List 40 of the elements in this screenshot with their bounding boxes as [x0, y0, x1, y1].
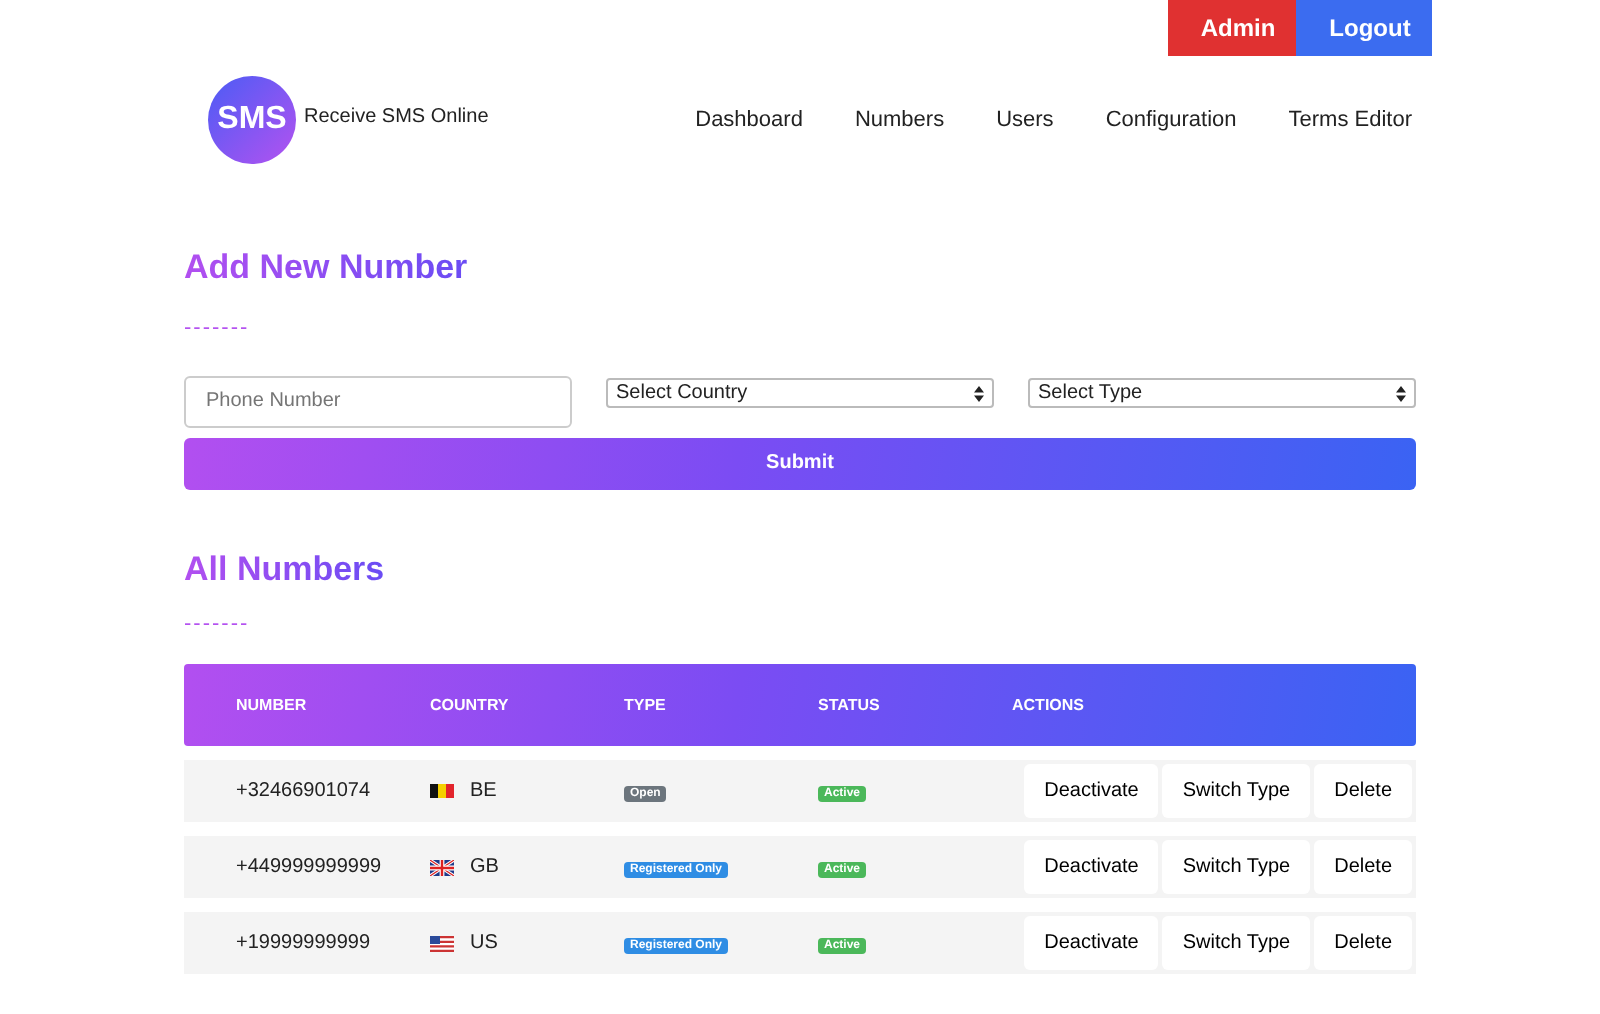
- nav-link[interactable]: Numbers: [854, 103, 945, 137]
- action-button[interactable]: Switch Type: [1162, 764, 1311, 818]
- column-header: COUNTRY: [430, 693, 511, 717]
- title-divider: -------: [184, 317, 252, 339]
- nav-link[interactable]: Configuration: [1105, 103, 1237, 137]
- nav-link[interactable]: Terms Editor: [1288, 103, 1412, 137]
- action-button[interactable]: Delete: [1314, 916, 1412, 970]
- flag-icon: [430, 783, 454, 799]
- column-header: ACTIONS: [1012, 693, 1084, 717]
- action-button[interactable]: Deactivate: [1024, 916, 1159, 970]
- action-button[interactable]: Switch Type: [1162, 840, 1311, 894]
- flag-icon: [430, 859, 454, 875]
- logo-text: Receive SMS Online: [304, 103, 489, 131]
- country-code: US: [470, 930, 498, 958]
- nav-link[interactable]: Users: [996, 103, 1054, 137]
- title-divider: -------: [184, 614, 252, 636]
- phone-number-field[interactable]: Phone Number: [184, 375, 572, 427]
- submit-button[interactable]: Submit: [184, 437, 1416, 489]
- number-cell-text: +19999999999: [234, 930, 373, 958]
- logo-icon: SMS: [208, 76, 296, 164]
- column-header: NUMBER: [234, 693, 309, 717]
- flag-icon: [430, 935, 454, 951]
- number-cell-text: +32466901074: [234, 778, 373, 806]
- action-button[interactable]: Switch Type: [1162, 916, 1311, 970]
- country-select[interactable]: Select Country: [606, 378, 994, 408]
- action-button[interactable]: Delete: [1314, 840, 1412, 894]
- logout-button[interactable]: Logout: [1296, 0, 1432, 56]
- admin-button[interactable]: Admin: [1168, 0, 1296, 56]
- number-cell-text: +449999999999: [234, 854, 384, 882]
- country-code: GB: [470, 854, 499, 882]
- country-code: BE: [470, 778, 497, 806]
- action-button[interactable]: Delete: [1314, 764, 1412, 818]
- column-header: STATUS: [818, 693, 882, 717]
- action-button[interactable]: Deactivate: [1024, 840, 1159, 894]
- type-select[interactable]: Select Type: [1028, 378, 1416, 408]
- column-header: TYPE: [624, 693, 668, 717]
- sort-arrows-icon: [1396, 385, 1406, 401]
- sort-arrows-icon: [974, 385, 984, 401]
- nav-link[interactable]: Dashboard: [695, 103, 803, 137]
- action-button[interactable]: Deactivate: [1024, 764, 1159, 818]
